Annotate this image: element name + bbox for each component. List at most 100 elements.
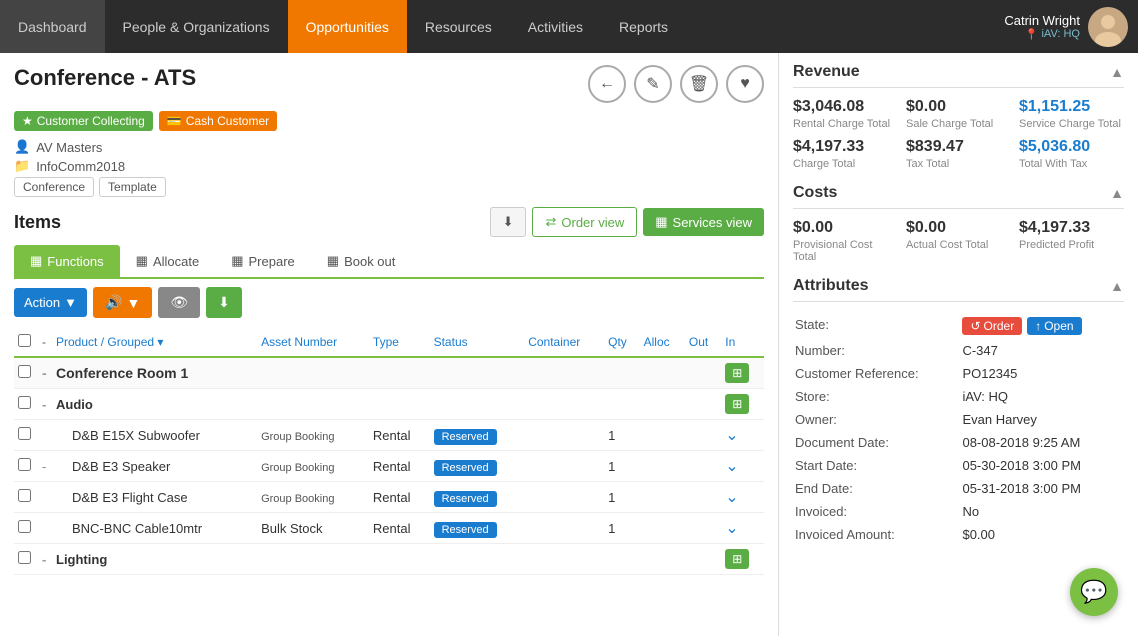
services-view-button[interactable]: ▦ Services view: [643, 208, 764, 236]
item-asset: Bulk Stock: [257, 513, 369, 544]
revenue-title: Revenue: [793, 63, 860, 81]
item-qty: 1: [604, 482, 640, 513]
items-title: Items: [14, 212, 61, 233]
cost-cell-1: $0.00 Actual Cost Total: [906, 219, 1011, 263]
item-alloc: [640, 451, 685, 482]
costs-collapse-btn[interactable]: ▲: [1110, 185, 1124, 201]
tab-functions-icon: ▦: [30, 253, 42, 269]
row-checkbox[interactable]: [18, 489, 31, 502]
subgroup-action-btn[interactable]: ⊞: [725, 394, 749, 414]
costs-title: Costs: [793, 184, 837, 202]
function-tabs: ▦ Functions ▦ Allocate ▦ Prepare ▦ Book …: [14, 245, 764, 279]
table-row: - D&B E3 Speaker Group Booking Rental Re…: [14, 451, 764, 482]
nav-activities[interactable]: Activities: [510, 0, 601, 53]
attributes-title: Attributes: [793, 277, 869, 295]
tab-prepare[interactable]: ▦ Prepare: [215, 245, 311, 279]
row-checkbox[interactable]: [18, 551, 31, 564]
tab-allocate[interactable]: ▦ Allocate: [120, 245, 216, 279]
row-checkbox[interactable]: [18, 365, 31, 378]
expand-icon[interactable]: ⌄: [725, 520, 738, 537]
order-view-button[interactable]: ⇄ Order view: [532, 207, 637, 237]
table-row: - Conference Room 1 ⊞: [14, 357, 764, 389]
chat-bubble[interactable]: 💬: [1070, 568, 1118, 616]
col-product[interactable]: Product / Grouped ▾: [52, 328, 257, 357]
state-badges: ↺ Order ↑ Open: [962, 317, 1122, 335]
delete-button[interactable]: 🗑: [680, 65, 718, 103]
state-badge-order: ↺ Order: [962, 317, 1022, 335]
cost-cell-2: $4,197.33 Predicted Profit: [1019, 219, 1124, 263]
items-table: - Product / Grouped ▾ Asset Number Type …: [14, 328, 764, 575]
attr-value-8: $0.00: [962, 524, 1122, 545]
record-header: Conference - ATS ← ✎ 🗑 ♥: [14, 65, 764, 103]
nav-resources[interactable]: Resources: [407, 0, 510, 53]
col-asset-number: Asset Number: [257, 328, 369, 357]
expand-icon[interactable]: ⌄: [725, 489, 738, 506]
orange-btn-1[interactable]: 🔊 ▼: [93, 287, 152, 318]
subgroup-name: Audio: [52, 389, 721, 420]
item-qty: 1: [604, 513, 640, 544]
table-row: D&B E15X Subwoofer Group Booking Rental …: [14, 420, 764, 451]
expand-icon[interactable]: ⌄: [725, 458, 738, 475]
row-checkbox[interactable]: [18, 458, 31, 471]
green-download-btn[interactable]: ⬇: [206, 287, 242, 318]
revenue-header: Revenue ▲: [793, 63, 1124, 88]
cost-cell-0: $0.00 Provisional Cost Total: [793, 219, 898, 263]
nav-dashboard[interactable]: Dashboard: [0, 0, 105, 53]
favorite-button[interactable]: ♥: [726, 65, 764, 103]
revenue-collapse-btn[interactable]: ▲: [1110, 64, 1124, 80]
back-button[interactable]: ←: [588, 65, 626, 103]
tab-functions[interactable]: ▦ Functions: [14, 245, 120, 279]
attr-row: Customer Reference: PO12345: [795, 363, 1122, 384]
subgroup-action-btn[interactable]: ⊞: [725, 549, 749, 569]
attr-row: Start Date: 05-30-2018 3:00 PM: [795, 455, 1122, 476]
badge-icon: ★: [22, 114, 33, 128]
item-asset: Group Booking: [257, 482, 369, 513]
item-in: ⌄: [721, 482, 764, 513]
row-checkbox[interactable]: [18, 427, 31, 440]
costs-section: Costs ▲ $0.00 Provisional Cost Total $0.…: [793, 184, 1124, 263]
item-container: [524, 420, 604, 451]
item-type: Rental: [369, 513, 430, 544]
nav-reports[interactable]: Reports: [601, 0, 686, 53]
edit-button[interactable]: ✎: [634, 65, 672, 103]
nav-people-orgs[interactable]: People & Organizations: [105, 0, 288, 53]
item-container: [524, 451, 604, 482]
download-button[interactable]: ⬇: [490, 207, 527, 237]
row-checkbox[interactable]: [18, 396, 31, 409]
attr-row: Invoiced Amount: $0.00: [795, 524, 1122, 545]
col-qty: Qty: [604, 328, 640, 357]
volume-icon: 🔊: [105, 294, 122, 311]
item-out: [685, 513, 721, 544]
tab-allocate-icon: ▦: [136, 253, 148, 269]
meta-company: 👤 AV Masters: [14, 139, 764, 155]
items-header: Items ⬇ ⇄ Order view ▦ Services view: [14, 207, 764, 237]
nav-opportunities[interactable]: Opportunities: [288, 0, 407, 53]
avatar[interactable]: [1088, 7, 1128, 47]
group-action-btn[interactable]: ⊞: [725, 363, 749, 383]
attr-row: Store: iAV: HQ: [795, 386, 1122, 407]
expand-icon[interactable]: ⌄: [725, 427, 738, 444]
attributes-collapse-btn[interactable]: ▲: [1110, 278, 1124, 294]
tab-book-out[interactable]: ▦ Book out: [311, 245, 412, 279]
subgroup-name: Lighting: [52, 544, 721, 575]
tab-book-out-icon: ▦: [327, 253, 339, 269]
dropdown-mini-icon: ▼: [126, 295, 140, 311]
attr-value-0: C-347: [962, 340, 1122, 361]
attributes-table: State: ↺ Order ↑ Open: [793, 312, 1124, 547]
tag-conference: Conference: [14, 177, 94, 197]
eye-icon: 👁: [170, 294, 188, 311]
item-alloc: [640, 482, 685, 513]
attr-value-5: 05-30-2018 3:00 PM: [962, 455, 1122, 476]
attr-label-2: Store:: [795, 386, 960, 407]
grey-btn[interactable]: 👁: [158, 287, 200, 318]
attr-label-7: Invoiced:: [795, 501, 960, 522]
select-all-checkbox[interactable]: [18, 334, 31, 347]
row-checkbox[interactable]: [18, 520, 31, 533]
item-qty: 1: [604, 451, 640, 482]
item-in: ⌄: [721, 451, 764, 482]
rev-cell-1: $0.00 Sale Charge Total: [906, 98, 1011, 130]
attr-label-5: Start Date:: [795, 455, 960, 476]
attributes-header: Attributes ▲: [793, 277, 1124, 302]
attr-label-8: Invoiced Amount:: [795, 524, 960, 545]
action-dropdown[interactable]: Action ▼: [14, 288, 87, 317]
